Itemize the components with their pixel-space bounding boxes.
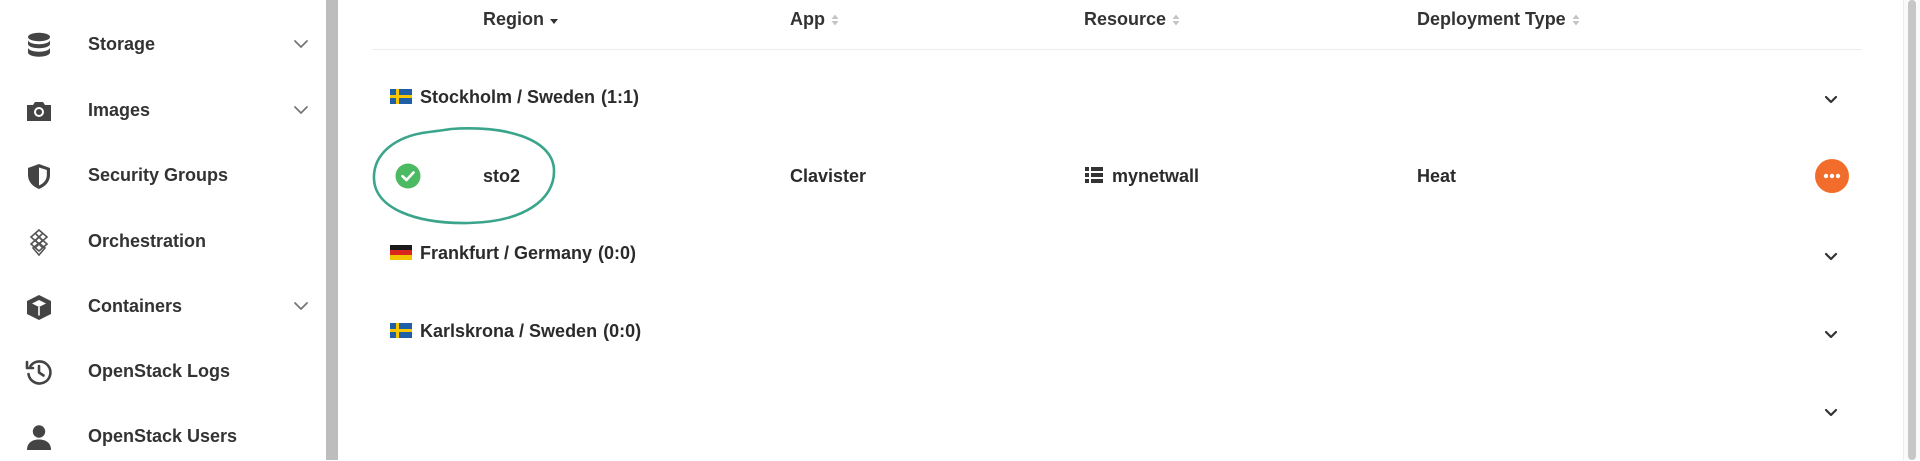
region-group-count: (0:0) bbox=[603, 321, 642, 341]
more-actions-button[interactable] bbox=[1815, 159, 1849, 193]
region-group-karlskrona[interactable]: Karlskrona / Sweden (0:0) bbox=[390, 314, 641, 348]
header-divider bbox=[372, 49, 1862, 50]
sidebar-item-images[interactable]: Images bbox=[0, 85, 326, 135]
sidebar-item-label: OpenStack Users bbox=[88, 426, 238, 446]
region-group-name: Karlskrona / Sweden bbox=[420, 321, 598, 341]
expand-chevron-icon[interactable] bbox=[1821, 324, 1841, 344]
sidebar-item-label: Containers bbox=[88, 296, 183, 316]
chevron-down-icon[interactable] bbox=[292, 101, 310, 119]
cell-app: Clavister bbox=[790, 166, 867, 186]
germany-flag-icon bbox=[390, 244, 412, 260]
sidebar: Storage Images Security Groups Orchestra… bbox=[0, 0, 326, 460]
status-success-icon bbox=[395, 163, 421, 189]
region-group-stockholm[interactable]: Stockholm / Sweden (1:1) bbox=[390, 80, 639, 114]
sidebar-item-label: Storage bbox=[88, 34, 156, 54]
region-group-count: (1:1) bbox=[601, 87, 640, 107]
database-icon bbox=[24, 30, 54, 60]
region-group-frankfurt[interactable]: Frankfurt / Germany (0:0) bbox=[390, 236, 636, 270]
sidebar-item-orchestration[interactable]: Orchestration bbox=[0, 216, 326, 266]
sidebar-item-storage[interactable]: Storage bbox=[0, 19, 326, 69]
shield-icon bbox=[24, 161, 54, 191]
sidebar-item-label: OpenStack Logs bbox=[88, 361, 231, 381]
cell-region: sto2 bbox=[483, 166, 521, 186]
sidebar-item-openstack-users[interactable]: OpenStack Users bbox=[0, 411, 326, 461]
region-group-count: (0:0) bbox=[598, 243, 637, 263]
sidebar-divider bbox=[326, 0, 338, 460]
chevron-down-icon[interactable] bbox=[292, 297, 310, 315]
sidebar-item-label: Security Groups bbox=[88, 165, 229, 185]
region-group-name: Stockholm / Sweden bbox=[420, 87, 596, 107]
cell-deployment-type: Heat bbox=[1417, 166, 1457, 186]
column-header-region[interactable]: Region bbox=[483, 0, 559, 38]
sort-icon bbox=[1171, 12, 1181, 28]
main-content bbox=[338, 0, 1904, 460]
expand-chevron-icon[interactable] bbox=[1821, 246, 1841, 266]
expand-chevron-icon[interactable] bbox=[1821, 402, 1841, 422]
camera-icon bbox=[24, 96, 54, 126]
scrollbar[interactable] bbox=[1903, 0, 1920, 460]
cell-resource[interactable]: mynetwall bbox=[1085, 164, 1199, 188]
column-header-deployment-type[interactable]: Deployment Type bbox=[1417, 0, 1581, 38]
orchestration-icon bbox=[24, 227, 54, 257]
region-group-name: Frankfurt / Germany bbox=[420, 243, 593, 263]
sidebar-item-security-groups[interactable]: Security Groups bbox=[0, 150, 326, 200]
table-list-icon bbox=[1085, 167, 1103, 184]
sort-icon bbox=[1571, 12, 1581, 28]
ellipsis-icon bbox=[1823, 173, 1841, 179]
chevron-down-icon[interactable] bbox=[292, 35, 310, 53]
resource-name: mynetwall bbox=[1112, 166, 1200, 186]
sweden-flag-icon bbox=[390, 322, 412, 338]
sidebar-item-containers[interactable]: Containers bbox=[0, 281, 326, 331]
sidebar-item-label: Images bbox=[88, 100, 151, 120]
sort-icon bbox=[830, 12, 840, 28]
scrollbar-thumb[interactable] bbox=[1908, 0, 1916, 460]
sweden-flag-icon bbox=[390, 88, 412, 104]
expand-chevron-icon[interactable] bbox=[1821, 89, 1841, 109]
user-icon bbox=[24, 422, 54, 452]
sidebar-item-label: Orchestration bbox=[88, 231, 207, 251]
history-icon bbox=[24, 357, 54, 387]
sort-descending-icon bbox=[549, 12, 559, 28]
column-header-app[interactable]: App bbox=[790, 0, 840, 38]
cube-icon bbox=[24, 292, 54, 322]
sidebar-item-openstack-logs[interactable]: OpenStack Logs bbox=[0, 346, 326, 396]
column-header-resource[interactable]: Resource bbox=[1084, 0, 1181, 38]
